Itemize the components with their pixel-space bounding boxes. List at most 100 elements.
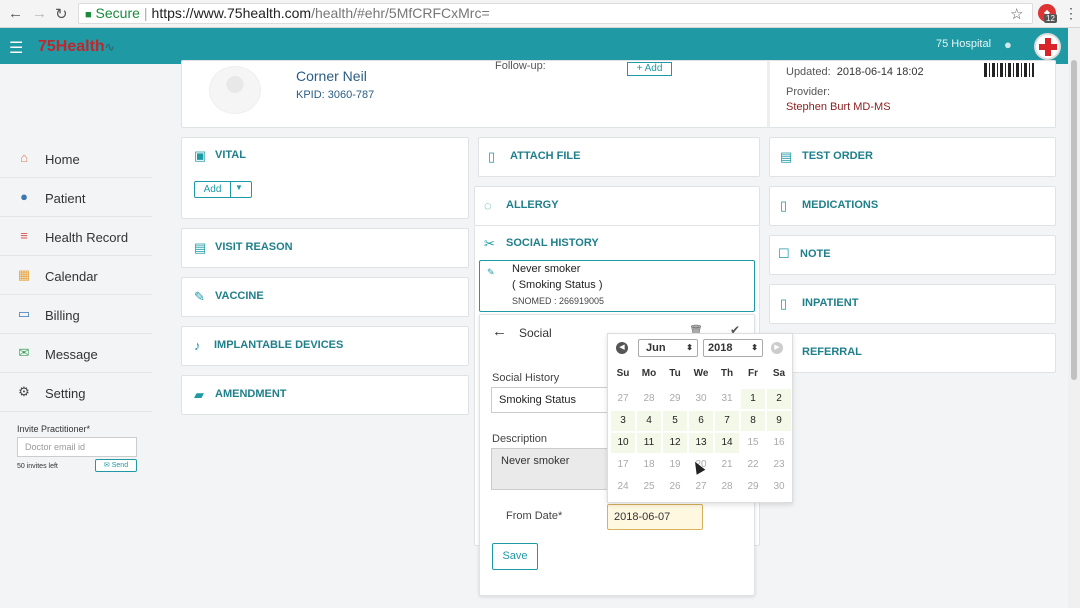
note-icon: ☐ [778, 246, 790, 261]
social-history-icon: ✂ [484, 236, 495, 251]
section-visit-reason[interactable]: ▤ VISIT REASON [181, 228, 469, 268]
sidebar-item-label: Home [45, 152, 80, 167]
chevron-down-icon[interactable]: ▼ [235, 183, 243, 192]
browser-menu-icon[interactable]: ⋮ [1064, 5, 1078, 22]
sidebar-item-home[interactable]: ⌂ Home [0, 140, 152, 178]
section-inpatient[interactable]: ▯ INPATIENT [769, 284, 1056, 324]
section-referral[interactable]: ▯ REFERRAL [769, 333, 1056, 373]
section-title[interactable]: ALLERGY [506, 199, 559, 211]
gear-icon: ⚙ [18, 384, 30, 399]
calendar-day[interactable]: 2 [767, 389, 791, 409]
home-icon: ⌂ [20, 150, 28, 165]
calendar-day: 24 [617, 481, 629, 492]
page-scrollbar[interactable] [1068, 28, 1080, 608]
section-title[interactable]: VITAL [215, 149, 246, 161]
back-arrow-icon[interactable]: ← [8, 5, 23, 22]
calendar-day[interactable]: 1 [741, 389, 765, 409]
section-title[interactable]: VACCINE [215, 290, 264, 302]
calendar-day[interactable]: 10 [611, 433, 635, 453]
provider-name[interactable]: Stephen Burt MD-MS [786, 101, 891, 113]
section-title[interactable]: VISIT REASON [215, 241, 293, 253]
calendar-day: 19 [669, 459, 681, 470]
bell-icon[interactable]: ● [1004, 37, 1012, 52]
section-medications[interactable]: ▯ MEDICATIONS [769, 186, 1056, 226]
section-note[interactable]: ☐ NOTE [769, 235, 1056, 275]
next-month-icon[interactable]: ▶ [771, 342, 783, 354]
back-arrow-icon[interactable]: ← [492, 323, 507, 340]
weekday-header: Th [720, 368, 734, 379]
vital-add-button[interactable]: Add ▼ [194, 181, 252, 198]
hamburger-menu-icon[interactable]: ☰ [9, 38, 23, 58]
description-textarea[interactable]: Never smoker [491, 448, 611, 490]
section-title[interactable]: NOTE [800, 248, 831, 260]
section-test-order[interactable]: ▤ TEST ORDER [769, 137, 1056, 177]
sidebar-item-message[interactable]: ✉ Message [0, 335, 152, 373]
calendar-day[interactable]: 5 [663, 411, 687, 431]
from-date-input[interactable]: 2018-06-07 [607, 504, 703, 530]
from-date-label: From Date* [506, 510, 563, 522]
sidebar-item-health-record[interactable]: ≡ Health Record [0, 218, 152, 256]
select-arrows-icon: ⬍ [751, 343, 758, 352]
reload-icon[interactable]: ↻ [55, 5, 68, 23]
section-vaccine[interactable]: ✎ VACCINE [181, 277, 469, 317]
section-title[interactable]: AMENDMENT [215, 388, 287, 400]
implant-icon: ♪ [194, 338, 201, 353]
weekday-header: We [693, 368, 709, 379]
patient-name[interactable]: Corner Neil [296, 68, 367, 84]
section-title[interactable]: IMPLANTABLE DEVICES [214, 339, 343, 351]
select-arrows-icon: ⬍ [686, 343, 693, 352]
user-icon: ● [20, 189, 28, 204]
followup-add-button[interactable]: + Add [627, 62, 672, 76]
year-value: 2018 [708, 342, 733, 354]
calendar-day[interactable]: 9 [767, 411, 791, 431]
save-button[interactable]: Save [492, 543, 538, 570]
social-history-entry[interactable]: ✎ Never smoker ( Smoking Status ) SNOMED… [479, 260, 755, 312]
sidebar-item-calendar[interactable]: ▦ Calendar [0, 257, 152, 295]
calendar-day[interactable]: 7 [715, 411, 739, 431]
calendar-day[interactable]: 8 [741, 411, 765, 431]
year-select[interactable]: 2018 ⬍ [703, 339, 763, 357]
edit-icon[interactable]: ✎ [487, 267, 495, 278]
prev-month-icon[interactable]: ◀ [616, 342, 628, 354]
section-title[interactable]: MEDICATIONS [802, 199, 878, 211]
section-amendment[interactable]: ▰ AMENDMENT [181, 375, 469, 415]
section-title[interactable]: ATTACH FILE [510, 150, 580, 162]
calendar-day[interactable]: 11 [637, 433, 661, 453]
bookmark-star-icon[interactable]: ☆ [1010, 5, 1023, 23]
calendar-day[interactable]: 12 [663, 433, 687, 453]
address-bar[interactable]: ■ Secure | https://www.75health.com/health… [78, 3, 1033, 24]
forward-arrow-icon[interactable]: → [32, 5, 47, 22]
url-host: https://www.75health.com [151, 5, 312, 21]
section-attach-file[interactable]: ▯ ATTACH FILE [478, 137, 760, 177]
hospital-name[interactable]: 75 Hospital [936, 38, 991, 50]
calendar-day[interactable]: 6 [689, 411, 713, 431]
calendar-day: 18 [643, 459, 655, 470]
section-title[interactable]: REFERRAL [802, 346, 862, 358]
app-logo[interactable]: 75Health∿ [38, 38, 115, 56]
section-allergy[interactable]: ◌ ALLERGY [474, 186, 760, 226]
social-history-select[interactable]: Smoking Status [491, 387, 611, 413]
invite-email-input[interactable]: Doctor email id [17, 437, 137, 457]
sidebar-item-patient[interactable]: ● Patient [0, 179, 152, 217]
month-select[interactable]: Jun ⬍ [638, 339, 698, 357]
sidebar-item-setting[interactable]: ⚙ Setting [0, 374, 152, 412]
entry-value: Never smoker [512, 263, 581, 275]
sidebar-item-billing[interactable]: ▭ Billing [0, 296, 152, 334]
section-implantable-devices[interactable]: ♪ IMPLANTABLE DEVICES [181, 326, 469, 366]
red-cross-icon[interactable] [1034, 33, 1061, 60]
section-title[interactable]: TEST ORDER [802, 150, 873, 162]
calendar-day[interactable]: 14 [715, 433, 739, 453]
add-label[interactable]: Add [195, 182, 231, 197]
calendar-day[interactable]: 4 [637, 411, 661, 431]
calendar-day: 25 [643, 481, 655, 492]
extension-badge: 12 [1044, 14, 1057, 23]
section-title[interactable]: INPATIENT [802, 297, 858, 309]
scrollbar-thumb[interactable] [1071, 60, 1077, 380]
calendar-day[interactable]: 13 [689, 433, 713, 453]
section-vital: ▣ VITAL [181, 137, 469, 219]
calendar-day: 17 [617, 459, 629, 470]
calendar-day: 30 [773, 481, 785, 492]
calendar-day[interactable]: 3 [611, 411, 635, 431]
send-invite-button[interactable]: ✉ Send [95, 459, 137, 472]
section-title[interactable]: SOCIAL HISTORY [506, 237, 599, 249]
